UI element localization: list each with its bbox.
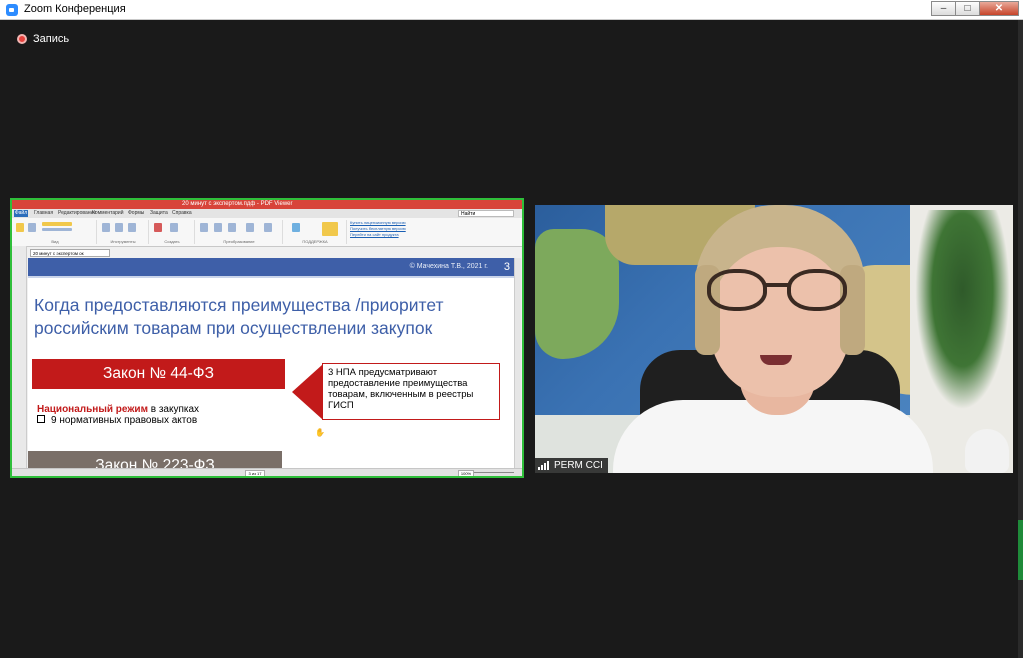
- person-mouth: [760, 355, 792, 365]
- buy-icon[interactable]: [322, 222, 338, 236]
- tab-home[interactable]: Главная: [34, 210, 53, 217]
- snapshot-tool-icon[interactable]: [128, 223, 136, 232]
- participant-name: PERM CCI: [554, 460, 603, 471]
- convert-word-icon[interactable]: [200, 223, 208, 232]
- callout-arrow-icon: [292, 365, 322, 419]
- national-regime-rest: в закупках: [147, 404, 200, 415]
- ribbon-caption-view: Вид: [51, 239, 59, 244]
- acts-text: 9 нормативных правовых актов: [51, 415, 198, 426]
- ribbon-group-support: ПОДДЕРЖКА: [284, 220, 347, 244]
- connection-signal-icon: [538, 461, 550, 470]
- convert-ppt-icon[interactable]: [228, 223, 236, 232]
- ribbon-group-view: Вид: [14, 220, 97, 244]
- zoom-level-field[interactable]: 100%: [458, 470, 474, 476]
- close-button[interactable]: ✕: [979, 1, 1019, 16]
- convert-excel-icon[interactable]: [214, 223, 222, 232]
- support-icon[interactable]: [292, 223, 300, 232]
- acts-line: 9 нормативных правовых актов: [37, 415, 197, 426]
- tab-annotate[interactable]: Комментарий: [92, 210, 124, 217]
- convert-other-icon[interactable]: [264, 223, 272, 232]
- fit-page-icon[interactable]: [42, 222, 72, 226]
- page-number-field[interactable]: 3 из 17: [245, 470, 265, 476]
- window-title: Zoom Конференция: [24, 3, 126, 15]
- shared-document-tab[interactable]: 20 минут с экспертом ок: [30, 249, 110, 257]
- ribbon-group-convert: Преобразование: [196, 220, 283, 244]
- tab-file[interactable]: Файл: [14, 210, 28, 217]
- shared-ribbon-tabs: Файл Главная Редактирование Комментарий …: [12, 209, 522, 218]
- mouse-cursor-icon: ✋: [315, 428, 325, 437]
- window-titlebar: Zoom Конференция – □ ✕: [0, 0, 1023, 20]
- recording-label: Запись: [33, 33, 70, 45]
- window-controls: – □ ✕: [931, 1, 1019, 18]
- maximize-button[interactable]: □: [955, 1, 980, 16]
- shared-search-box[interactable]: Найти: [458, 210, 514, 217]
- shared-app-title: 20 минут с экспертом.пдф - PDF Viewer: [182, 201, 293, 207]
- text-tool-icon[interactable]: [115, 223, 123, 232]
- ribbon-caption-tools: Инструменты: [110, 239, 136, 244]
- shared-ribbon: Вид Инструменты Создать Преобразование П…: [12, 218, 522, 247]
- shared-vertical-scrollbar[interactable]: [514, 258, 521, 468]
- recording-indicator[interactable]: Запись: [17, 32, 69, 46]
- national-regime-line: Национальный режим в закупках: [37, 404, 199, 415]
- slide: © Мачехина Т.В., 2021 г. 3 Когда предост…: [28, 258, 514, 468]
- ribbon-links: Купить лицензионную версию Получить бесп…: [350, 220, 440, 238]
- tab-help[interactable]: Справка: [172, 210, 192, 217]
- plant: [915, 210, 1010, 410]
- shared-app-titlebar: 20 минут с экспертом.пдф - PDF Viewer: [12, 200, 522, 209]
- zoom-app-icon: [6, 4, 18, 16]
- slide-copyright: © Мачехина Т.В., 2021 г.: [409, 263, 488, 270]
- national-regime-bold: Национальный режим: [37, 404, 148, 415]
- ribbon-group-tools: Инструменты: [98, 220, 149, 244]
- fit-width-icon[interactable]: [42, 228, 72, 231]
- ribbon-group-create: Создать: [150, 220, 195, 244]
- create-pdf-icon[interactable]: [154, 223, 162, 232]
- right-edge-strip: [1018, 20, 1023, 658]
- ribbon-caption-convert: Преобразование: [223, 239, 255, 244]
- shared-screen[interactable]: 20 минут с экспертом.пдф - PDF Viewer Фа…: [10, 198, 524, 478]
- zoom-slider[interactable]: [474, 472, 514, 473]
- minimize-button[interactable]: –: [931, 1, 956, 16]
- select-tool-icon[interactable]: [102, 223, 110, 232]
- shared-statusbar: 3 из 17 100%: [12, 468, 522, 476]
- hand-tool-icon[interactable]: [16, 223, 24, 232]
- zoom-tool-icon[interactable]: [28, 223, 36, 232]
- shared-left-sidebar[interactable]: [12, 246, 27, 468]
- record-dot-icon: [17, 34, 27, 44]
- tab-edit[interactable]: Редактирование: [58, 210, 96, 217]
- checkbox-bullet-icon: [37, 415, 45, 423]
- right-edge-thumb[interactable]: [1018, 520, 1023, 580]
- person-glasses: [707, 269, 855, 315]
- tab-forms[interactable]: Формы: [128, 210, 144, 217]
- participant-name-tag: PERM CCI: [535, 458, 608, 473]
- plant-pot: [965, 429, 1009, 473]
- ribbon-link-site[interactable]: Перейти на сайт продукта: [350, 232, 440, 238]
- combine-icon[interactable]: [170, 223, 178, 232]
- participant-video[interactable]: [535, 205, 1013, 473]
- slide-heading: Когда предоставляются преимущества /прио…: [34, 295, 444, 338]
- tab-protect[interactable]: Защита: [150, 210, 168, 217]
- convert-image-icon[interactable]: [246, 223, 254, 232]
- callout-box: 3 НПА предусматривают предоставление пре…: [322, 363, 500, 420]
- ribbon-caption-create: Создать: [164, 239, 180, 244]
- law-44-banner: Закон № 44-ФЗ: [32, 359, 285, 389]
- slide-number: 3: [503, 261, 510, 273]
- law-223-banner: Закон № 223-ФЗ: [28, 451, 282, 468]
- ribbon-caption-support: ПОДДЕРЖКА: [302, 239, 328, 244]
